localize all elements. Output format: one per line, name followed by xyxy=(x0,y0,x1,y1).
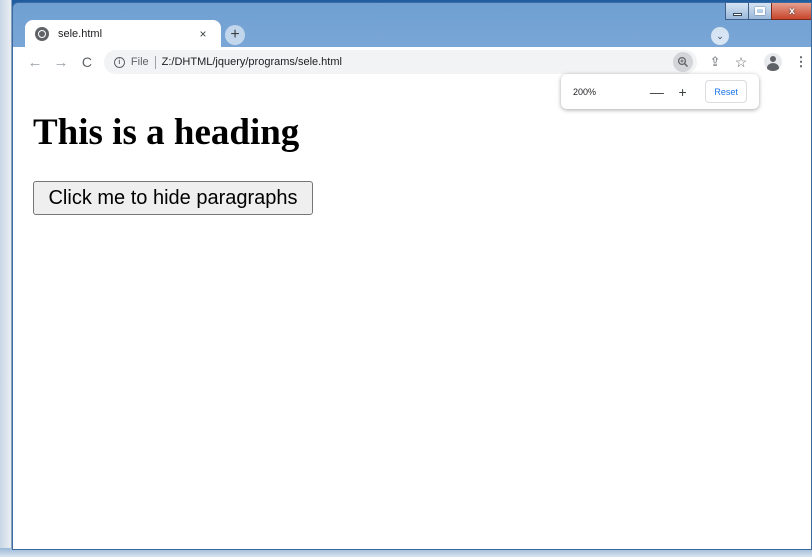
zoom-reset-button[interactable]: Reset xyxy=(705,80,747,103)
back-button[interactable]: ← xyxy=(24,51,46,73)
bookmark-star-icon[interactable]: ☆ xyxy=(729,50,753,74)
tab-sele-html[interactable]: sele.html × xyxy=(25,20,221,47)
close-window-button[interactable]: x xyxy=(771,3,811,20)
page-viewport: This is a heading Click me to hide parag… xyxy=(13,77,811,549)
minimize-button[interactable] xyxy=(725,3,749,20)
reload-button[interactable]: C xyxy=(76,51,98,73)
tab-strip: sele.html × + ⌄ x xyxy=(13,3,811,47)
close-icon: x xyxy=(789,5,795,17)
tab-close-icon[interactable]: × xyxy=(195,27,211,41)
new-tab-button[interactable]: + xyxy=(225,25,245,45)
page-heading: This is a heading xyxy=(33,112,300,153)
maximize-button[interactable] xyxy=(748,3,772,20)
hide-paragraphs-button[interactable]: Click me to hide paragraphs xyxy=(33,181,313,215)
url-text[interactable]: Z:/DHTML/jquery/programs/sele.html xyxy=(162,56,342,68)
desktop-left-edge xyxy=(0,0,12,557)
share-icon[interactable]: ⇪ xyxy=(703,50,727,74)
info-icon[interactable]: i xyxy=(113,56,125,68)
tab-title: sele.html xyxy=(58,27,103,40)
address-separator xyxy=(154,55,156,69)
address-bar[interactable]: i File Z:/DHTML/jquery/programs/sele.htm… xyxy=(103,50,698,74)
zoom-popup: 200% — + Reset xyxy=(561,74,759,109)
avatar xyxy=(764,53,783,71)
zoom-out-button[interactable]: — xyxy=(650,84,664,100)
tab-search-button[interactable]: ⌄ xyxy=(711,27,729,45)
forward-button[interactable]: → xyxy=(50,51,72,73)
browser-window: sele.html × + ⌄ x ← → C i File Z:/DHTML/… xyxy=(12,2,812,550)
menu-icon[interactable]: ⋮ xyxy=(789,50,811,74)
profile-icon[interactable] xyxy=(761,50,785,74)
minimize-icon xyxy=(732,12,742,16)
security-label: File xyxy=(130,56,149,68)
zoom-indicator-icon[interactable] xyxy=(673,52,694,72)
maximize-icon xyxy=(755,7,765,15)
zoom-in-button[interactable]: + xyxy=(676,84,689,100)
browser-toolbar: ← → C i File Z:/DHTML/jquery/programs/se… xyxy=(13,47,811,77)
zoom-level: 200% xyxy=(573,86,597,97)
globe-icon xyxy=(35,26,49,41)
window-controls: x xyxy=(725,3,811,22)
